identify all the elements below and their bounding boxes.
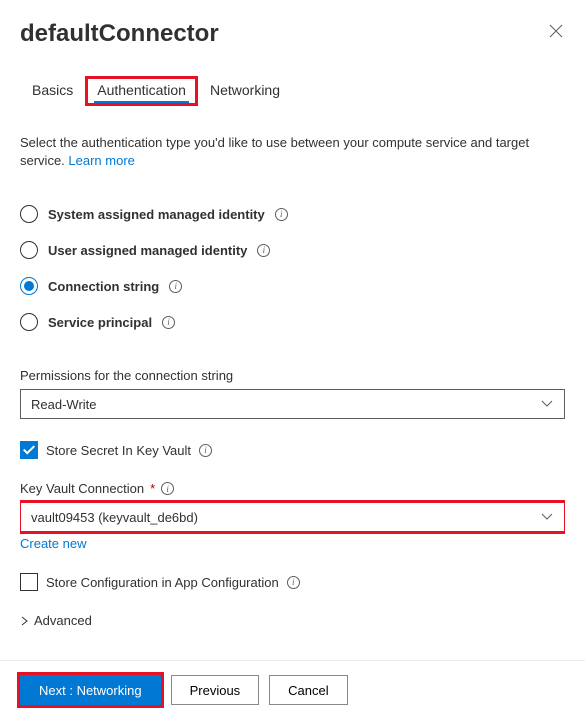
info-icon[interactable]: i	[257, 244, 270, 257]
chevron-down-icon	[540, 400, 554, 408]
cancel-button[interactable]: Cancel	[269, 675, 347, 705]
radio-icon	[20, 205, 38, 223]
keyvault-value: vault09453 (keyvault_de6bd)	[31, 510, 198, 525]
store-secret-label: Store Secret In Key Vault	[46, 443, 191, 458]
advanced-label: Advanced	[34, 613, 92, 628]
radio-icon	[20, 277, 38, 295]
chevron-right-icon	[20, 616, 30, 626]
store-appconfig-checkbox-row[interactable]: Store Configuration in App Configuration…	[20, 573, 565, 591]
footer-bar: Next : Networking Previous Cancel	[0, 660, 585, 719]
radio-user-identity[interactable]: User assigned managed identity i	[20, 232, 565, 268]
close-icon	[549, 24, 563, 38]
tab-networking[interactable]: Networking	[198, 76, 292, 106]
radio-label: Service principal	[48, 315, 152, 330]
store-appconfig-label: Store Configuration in App Configuration	[46, 575, 279, 590]
create-new-link[interactable]: Create new	[20, 536, 565, 551]
info-icon[interactable]: i	[275, 208, 288, 221]
page-title: defaultConnector	[20, 20, 219, 48]
keyvault-label-text: Key Vault Connection	[20, 481, 144, 496]
info-icon[interactable]: i	[169, 280, 182, 293]
tab-basics[interactable]: Basics	[20, 76, 85, 106]
close-button[interactable]	[549, 24, 565, 40]
info-icon[interactable]: i	[161, 482, 174, 495]
radio-connection-string[interactable]: Connection string i	[20, 268, 565, 304]
info-icon[interactable]: i	[287, 576, 300, 589]
tab-authentication[interactable]: Authentication	[85, 76, 198, 106]
description-text: Select the authentication type you'd lik…	[20, 134, 565, 170]
radio-label: System assigned managed identity	[48, 207, 265, 222]
next-button[interactable]: Next : Networking	[20, 675, 161, 705]
required-asterisk: *	[150, 481, 155, 496]
radio-system-identity[interactable]: System assigned managed identity i	[20, 196, 565, 232]
info-icon[interactable]: i	[162, 316, 175, 329]
checkbox-icon	[20, 441, 38, 459]
tab-bar: Basics Authentication Networking	[20, 76, 565, 106]
radio-label: User assigned managed identity	[48, 243, 247, 258]
radio-service-principal[interactable]: Service principal i	[20, 304, 565, 340]
chevron-down-icon	[540, 513, 554, 521]
checkbox-icon	[20, 573, 38, 591]
info-icon[interactable]: i	[199, 444, 212, 457]
auth-type-radio-group: System assigned managed identity i User …	[20, 196, 565, 340]
radio-icon	[20, 241, 38, 259]
permissions-select[interactable]: Read-Write	[20, 389, 565, 419]
keyvault-label: Key Vault Connection * i	[20, 481, 565, 496]
previous-button[interactable]: Previous	[171, 675, 260, 705]
radio-icon	[20, 313, 38, 331]
store-secret-checkbox-row[interactable]: Store Secret In Key Vault i	[20, 441, 565, 459]
keyvault-select[interactable]: vault09453 (keyvault_de6bd)	[20, 502, 565, 532]
permissions-value: Read-Write	[31, 397, 97, 412]
radio-label: Connection string	[48, 279, 159, 294]
permissions-label: Permissions for the connection string	[20, 368, 565, 383]
advanced-toggle[interactable]: Advanced	[20, 613, 565, 628]
learn-more-link[interactable]: Learn more	[68, 153, 134, 168]
